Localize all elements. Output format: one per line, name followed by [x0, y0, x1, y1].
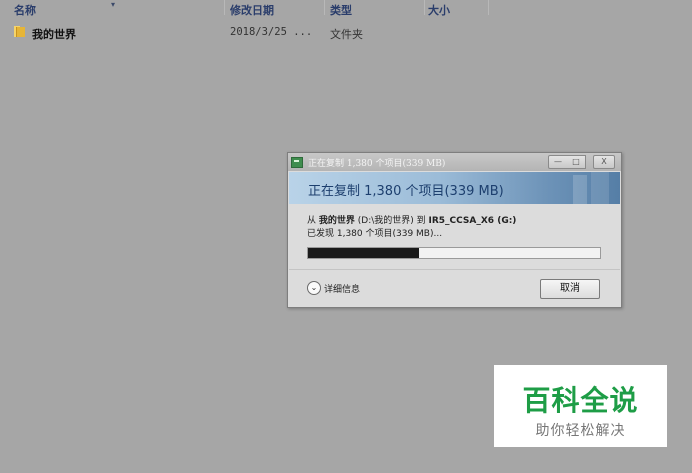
sort-arrow-icon: ▾ — [111, 0, 116, 9]
column-header-bar: 名称 ▾ 修改日期 类型 大小 — [0, 0, 692, 18]
file-name: 我的世界 — [32, 28, 76, 41]
dialog-title: 正在复制 1,380 个项目(339 MB) — [308, 159, 446, 169]
progress-fill — [308, 248, 419, 258]
destination-drive-link[interactable]: IR5_CCSA_X6 (G:) — [429, 216, 517, 226]
column-name-header[interactable]: 名称 — [14, 2, 36, 18]
column-divider[interactable] — [324, 0, 325, 15]
column-divider[interactable] — [424, 0, 425, 15]
chevron-down-icon[interactable]: ⌄ — [307, 281, 321, 295]
dialog-titlebar[interactable]: 正在复制 1,380 个项目(339 MB) — □ X — [288, 153, 621, 171]
copy-app-icon — [291, 157, 303, 168]
source-path: (D:\我的世界) 到 — [354, 216, 429, 226]
column-date-header[interactable]: 修改日期 — [230, 2, 274, 18]
cancel-button[interactable]: 取消 — [540, 279, 600, 299]
details-label: 详细信息 — [324, 284, 361, 295]
column-type-header[interactable]: 类型 — [330, 2, 352, 18]
column-divider[interactable] — [224, 0, 225, 15]
banner-decoration — [573, 175, 587, 204]
maximize-button[interactable]: □ — [567, 155, 586, 169]
dialog-divider — [289, 269, 620, 270]
watermark-badge: 百科全说 助你轻松解决 — [494, 365, 667, 447]
copy-progress-dialog: 正在复制 1,380 个项目(339 MB) — □ X 正在复制 1,380 … — [287, 152, 622, 308]
file-modified-date: 2018/3/25 ... — [230, 26, 313, 38]
watermark-title: 百科全说 — [522, 384, 639, 417]
copy-source-line: 从 我的世界 (D:\我的世界) 到 IR5_CCSA_X6 (G:) — [307, 213, 516, 226]
from-prefix: 从 — [307, 216, 319, 226]
minimize-button[interactable]: — — [548, 155, 568, 169]
items-found-status: 已发现 1,380 个项目(339 MB)... — [307, 229, 443, 239]
more-details-toggle[interactable]: ⌄ 详细信息 — [307, 280, 360, 296]
banner-heading: 正在复制 1,380 个项目(339 MB) — [308, 184, 504, 199]
dialog-banner: 正在复制 1,380 个项目(339 MB) — [289, 172, 620, 204]
watermark-subtitle: 助你轻松解决 — [535, 423, 626, 439]
close-button[interactable]: X — [593, 155, 615, 169]
file-type: 文件夹 — [330, 28, 363, 41]
column-size-header[interactable]: 大小 — [428, 2, 450, 18]
banner-decoration — [591, 172, 609, 204]
folder-icon — [14, 26, 26, 37]
column-divider[interactable] — [488, 0, 489, 15]
copy-progress-bar — [307, 247, 601, 259]
file-row-my-world[interactable]: 我的世界 2018/3/25 ... 文件夹 — [0, 22, 692, 42]
source-folder-link[interactable]: 我的世界 — [319, 216, 355, 226]
